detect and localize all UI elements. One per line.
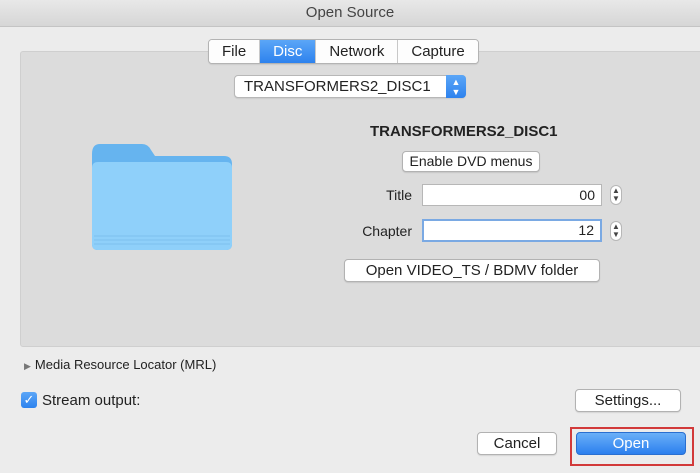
- tab-file[interactable]: File: [209, 40, 261, 63]
- stream-output-checkbox[interactable]: ✓: [21, 392, 37, 408]
- settings-button[interactable]: Settings...: [575, 389, 681, 412]
- open-source-window: Open Source File Disc Network Capture TR…: [0, 0, 700, 473]
- tab-disc[interactable]: Disc: [260, 40, 317, 63]
- disclosure-triangle-icon: ▶: [24, 361, 31, 371]
- disc-name-label: TRANSFORMERS2_DISC1: [370, 123, 558, 140]
- chapter-stepper[interactable]: ▲ ▼: [610, 221, 622, 241]
- disc-device-select[interactable]: TRANSFORMERS2_DISC1 ▲ ▼: [234, 75, 466, 98]
- disc-device-value: TRANSFORMERS2_DISC1: [244, 78, 431, 95]
- tab-capture[interactable]: Capture: [398, 40, 478, 63]
- window-title: Open Source: [0, 0, 700, 27]
- tab-network[interactable]: Network: [316, 40, 399, 63]
- open-video-ts-folder-button[interactable]: Open VIDEO_TS / BDMV folder: [344, 259, 600, 282]
- title-stepper[interactable]: ▲ ▼: [610, 185, 622, 205]
- enable-dvd-menus-button[interactable]: Enable DVD menus: [402, 151, 540, 172]
- cancel-button[interactable]: Cancel: [477, 432, 557, 455]
- mrl-disclosure[interactable]: ▶ Media Resource Locator (MRL): [24, 357, 216, 372]
- updown-chevron-icon: ▲ ▼: [446, 75, 466, 98]
- title-input[interactable]: 00: [422, 184, 602, 206]
- chapter-label: Chapter: [362, 223, 412, 239]
- title-label: Title: [386, 187, 412, 203]
- checkmark-icon: ✓: [23, 392, 35, 407]
- chapter-input[interactable]: 12: [422, 219, 602, 242]
- stream-output-label: Stream output:: [42, 392, 141, 409]
- open-button[interactable]: Open: [576, 432, 686, 455]
- source-tabs: File Disc Network Capture: [208, 39, 479, 64]
- mrl-label: Media Resource Locator (MRL): [34, 357, 217, 372]
- folder-icon: [92, 144, 232, 250]
